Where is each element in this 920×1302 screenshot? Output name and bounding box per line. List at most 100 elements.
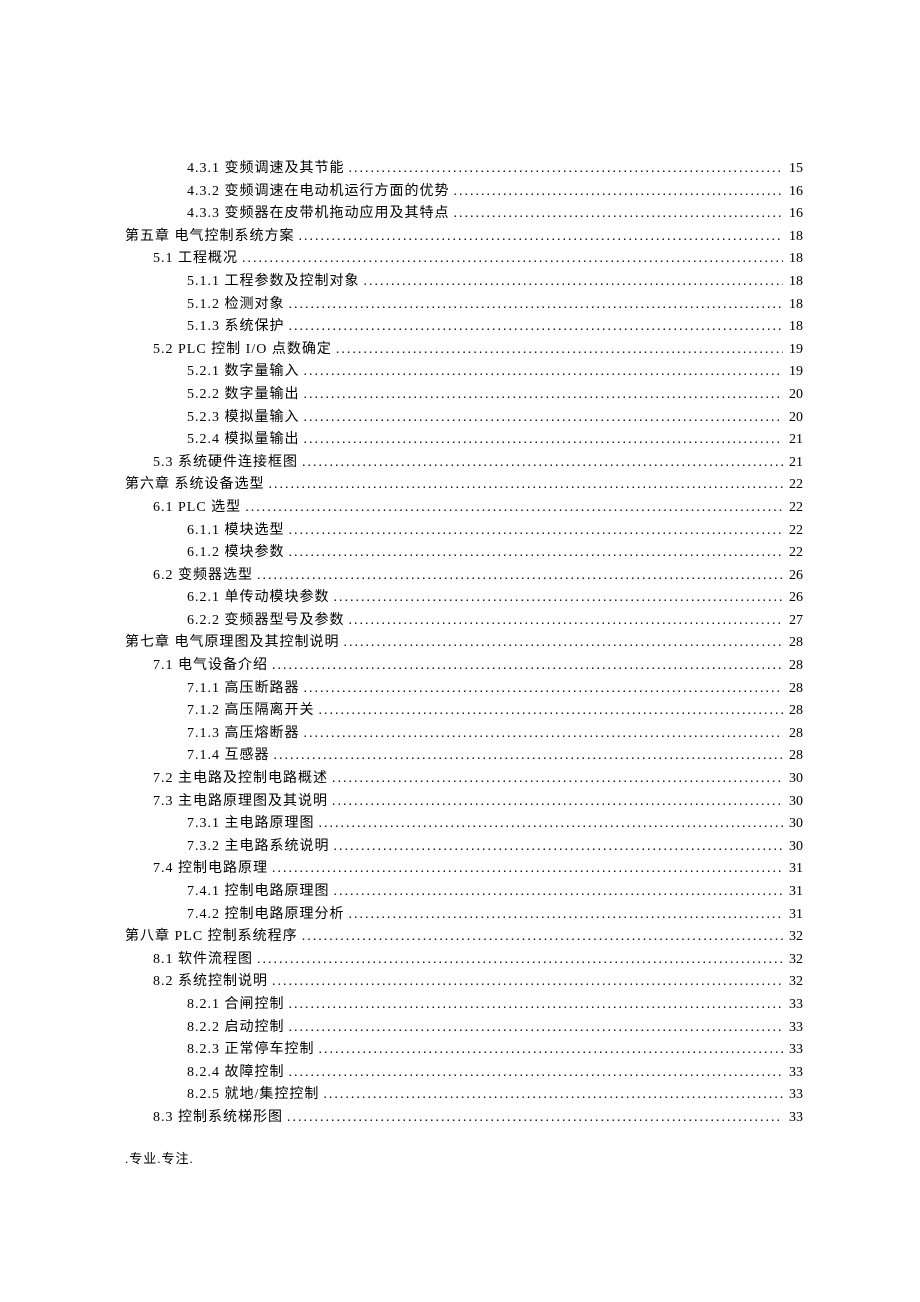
- toc-leader-dots: [319, 1084, 783, 1107]
- toc-leader-dots: [285, 1062, 784, 1085]
- toc-leader-dots: [315, 1039, 784, 1062]
- toc-leader-dots: [450, 181, 784, 204]
- toc-entry-label: 6.1.2 模块参数: [187, 542, 285, 565]
- table-of-contents: 4.3.1 变频调速及其节能 154.3.2 变频调速在电动机运行方面的优势 1…: [125, 158, 803, 1130]
- toc-entry-page: 30: [783, 836, 803, 859]
- toc-leader-dots: [285, 542, 784, 565]
- toc-entry-label: 7.1.3 高压熔断器: [187, 723, 300, 746]
- toc-entry-label: 4.3.1 变频调速及其节能: [187, 158, 345, 181]
- toc-leader-dots: [315, 700, 784, 723]
- toc-entry-label: 6.2 变频器选型: [153, 565, 253, 588]
- toc-entry: 7.3.2 主电路系统说明 30: [125, 836, 803, 859]
- toc-entry: 6.2.1 单传动模块参数 26: [125, 587, 803, 610]
- toc-entry-page: 32: [783, 971, 803, 994]
- toc-leader-dots: [340, 632, 784, 655]
- toc-entry: 7.3 主电路原理图及其说明 30: [125, 791, 803, 814]
- toc-leader-dots: [285, 294, 784, 317]
- toc-entry-page: 32: [783, 926, 803, 949]
- toc-entry-page: 22: [783, 520, 803, 543]
- toc-entry-label: 5.1.1 工程参数及控制对象: [187, 271, 360, 294]
- toc-entry-page: 26: [783, 587, 803, 610]
- toc-entry: 5.3 系统硬件连接框图 21: [125, 452, 803, 475]
- toc-leader-dots: [253, 565, 783, 588]
- toc-entry-page: 33: [783, 994, 803, 1017]
- toc-entry-label: 7.1 电气设备介绍: [153, 655, 268, 678]
- toc-leader-dots: [300, 723, 784, 746]
- toc-entry-label: 7.1.1 高压断路器: [187, 678, 300, 701]
- toc-leader-dots: [330, 836, 784, 859]
- toc-leader-dots: [360, 271, 784, 294]
- toc-entry-label: 5.1 工程概况: [153, 248, 238, 271]
- toc-leader-dots: [270, 745, 784, 768]
- toc-entry-page: 18: [783, 316, 803, 339]
- toc-entry-page: 21: [783, 452, 803, 475]
- toc-entry-label: 7.3 主电路原理图及其说明: [153, 791, 328, 814]
- toc-leader-dots: [345, 610, 784, 633]
- toc-entry-label: 第七章 电气原理图及其控制说明: [125, 632, 340, 655]
- toc-entry-page: 32: [783, 949, 803, 972]
- toc-entry: 6.2 变频器选型 26: [125, 565, 803, 588]
- toc-entry: 8.3 控制系统梯形图 33: [125, 1107, 803, 1130]
- toc-entry: 4.3.3 变频器在皮带机拖动应用及其特点 16: [125, 203, 803, 226]
- toc-leader-dots: [285, 1017, 784, 1040]
- toc-entry-label: 8.2.5 就地/集控控制: [187, 1084, 319, 1107]
- toc-entry-label: 6.2.2 变频器型号及参数: [187, 610, 345, 633]
- toc-entry: 7.1 电气设备介绍 28: [125, 655, 803, 678]
- toc-entry: 5.1.2 检测对象 18: [125, 294, 803, 317]
- toc-entry-page: 18: [783, 294, 803, 317]
- toc-entry-label: 8.2.1 合闸控制: [187, 994, 285, 1017]
- toc-entry-label: 7.4.2 控制电路原理分析: [187, 904, 345, 927]
- toc-entry-page: 33: [783, 1107, 803, 1130]
- toc-leader-dots: [315, 813, 784, 836]
- toc-entry-label: 8.2.4 故障控制: [187, 1062, 285, 1085]
- toc-entry-label: 8.3 控制系统梯形图: [153, 1107, 283, 1130]
- toc-entry-label: 5.1.3 系统保护: [187, 316, 285, 339]
- toc-entry: 5.2 PLC 控制 I/O 点数确定 19: [125, 339, 803, 362]
- toc-leader-dots: [345, 904, 784, 927]
- toc-entry: 第六章 系统设备选型 22: [125, 474, 803, 497]
- toc-leader-dots: [268, 858, 783, 881]
- toc-entry-page: 28: [783, 632, 803, 655]
- toc-entry-label: 8.2 系统控制说明: [153, 971, 268, 994]
- toc-leader-dots: [241, 497, 783, 520]
- toc-entry-page: 28: [783, 723, 803, 746]
- toc-entry-label: 4.3.2 变频调速在电动机运行方面的优势: [187, 181, 450, 204]
- toc-leader-dots: [238, 248, 783, 271]
- toc-leader-dots: [268, 655, 783, 678]
- toc-entry-label: 5.2.4 模拟量输出: [187, 429, 300, 452]
- toc-entry: 4.3.1 变频调速及其节能 15: [125, 158, 803, 181]
- toc-entry-page: 30: [783, 791, 803, 814]
- toc-leader-dots: [298, 452, 783, 475]
- toc-entry-page: 28: [783, 655, 803, 678]
- toc-leader-dots: [298, 926, 783, 949]
- toc-entry-page: 28: [783, 678, 803, 701]
- toc-entry: 7.1.1 高压断路器 28: [125, 678, 803, 701]
- toc-entry: 5.2.3 模拟量输入 20: [125, 407, 803, 430]
- toc-entry-label: 5.2.2 数字量输出: [187, 384, 300, 407]
- toc-entry-page: 31: [783, 904, 803, 927]
- toc-entry-page: 31: [783, 881, 803, 904]
- toc-entry: 4.3.2 变频调速在电动机运行方面的优势 16: [125, 181, 803, 204]
- toc-entry-page: 22: [783, 542, 803, 565]
- toc-entry-page: 22: [783, 497, 803, 520]
- toc-entry: 8.1 软件流程图 32: [125, 949, 803, 972]
- toc-entry-page: 27: [783, 610, 803, 633]
- toc-entry: 7.1.3 高压熔断器 28: [125, 723, 803, 746]
- toc-entry-page: 30: [783, 768, 803, 791]
- toc-leader-dots: [300, 429, 784, 452]
- toc-entry-label: 第六章 系统设备选型: [125, 474, 265, 497]
- toc-entry-page: 18: [783, 226, 803, 249]
- toc-leader-dots: [345, 158, 784, 181]
- toc-leader-dots: [300, 361, 784, 384]
- toc-entry-page: 16: [783, 181, 803, 204]
- toc-entry-label: 5.2.1 数字量输入: [187, 361, 300, 384]
- toc-entry: 5.1.3 系统保护 18: [125, 316, 803, 339]
- toc-leader-dots: [330, 587, 784, 610]
- toc-entry-page: 26: [783, 565, 803, 588]
- toc-entry-page: 31: [783, 858, 803, 881]
- toc-entry-label: 5.2.3 模拟量输入: [187, 407, 300, 430]
- toc-entry-page: 21: [783, 429, 803, 452]
- toc-entry-label: 7.3.1 主电路原理图: [187, 813, 315, 836]
- toc-entry: 5.1 工程概况 18: [125, 248, 803, 271]
- toc-entry: 8.2.1 合闸控制 33: [125, 994, 803, 1017]
